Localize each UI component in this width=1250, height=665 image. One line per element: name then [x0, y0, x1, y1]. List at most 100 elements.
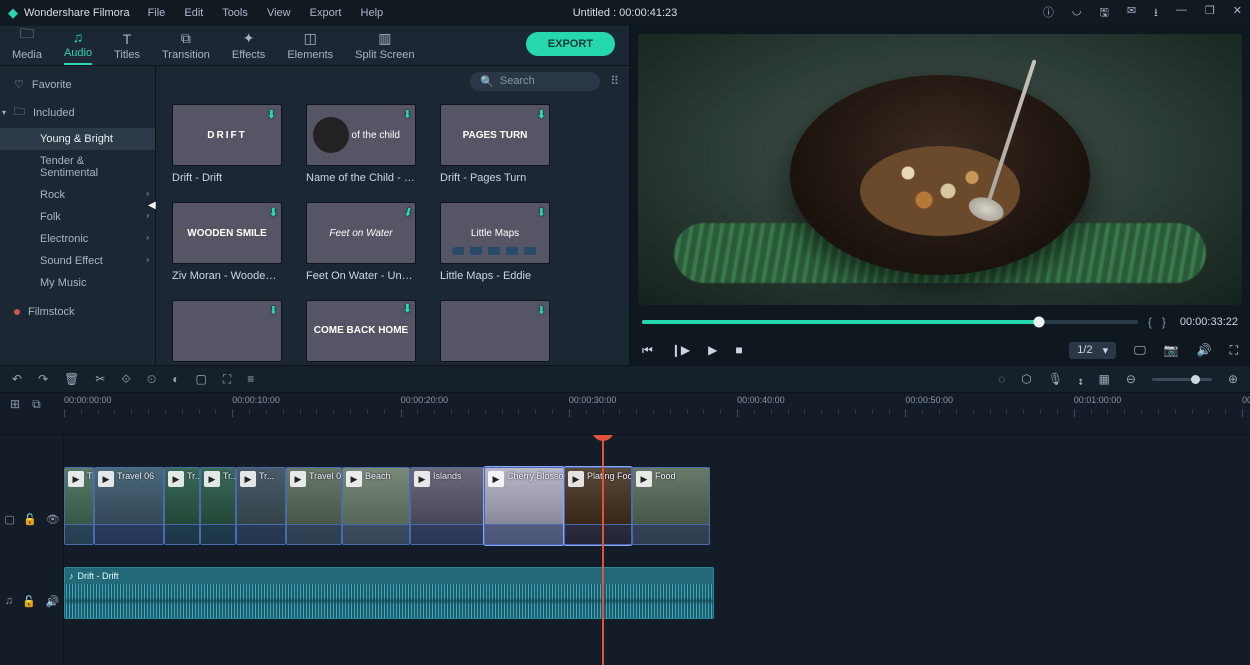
download-icon[interactable]: ⬇ — [537, 108, 546, 121]
mark-out-icon[interactable]: } — [1162, 315, 1166, 329]
video-clip[interactable]: ▶Tr... — [64, 467, 94, 545]
video-clip[interactable]: ▶Islands — [410, 467, 484, 545]
maximize-icon[interactable]: ❐ — [1205, 4, 1215, 23]
stop-icon[interactable]: ■ — [735, 343, 742, 357]
menu-tools[interactable]: Tools — [222, 7, 248, 19]
prev-frame-icon[interactable]: ⏮ — [642, 343, 653, 358]
download-icon[interactable]: ⬇ — [269, 304, 278, 317]
quality-select[interactable]: 1/2▾ — [1069, 342, 1116, 359]
mail-icon[interactable]: ✉ — [1127, 4, 1136, 23]
audio-thumb[interactable]: Name of the child⬇Name of the Child - Mo… — [306, 104, 416, 184]
playhead[interactable]: ✂ — [602, 435, 604, 665]
video-clip[interactable]: ▶Food — [632, 467, 710, 545]
step-back-icon[interactable]: ❙▶ — [671, 343, 690, 357]
sidebar-filmstock[interactable]: Filmstock — [0, 300, 155, 324]
tab-transition[interactable]: ⧉Transition — [162, 27, 210, 65]
sidebar-item-my-music[interactable]: My Music — [0, 272, 155, 294]
mark-in-icon[interactable]: { — [1148, 315, 1152, 329]
sidebar-item-electronic[interactable]: Electronic› — [0, 228, 155, 250]
menu-edit[interactable]: Edit — [184, 7, 203, 19]
color-icon[interactable]: ◐ — [172, 372, 179, 386]
sidebar-item-folk[interactable]: Folk› — [0, 206, 155, 228]
visibility-icon[interactable]: 👁 — [46, 513, 60, 526]
video-clip[interactable]: ▶Beach — [342, 467, 410, 545]
audio-thumb[interactable]: COME BACK HOME⬇ — [306, 300, 416, 365]
download-icon[interactable]: ⬇ — [267, 108, 278, 121]
menu-export[interactable]: Export — [310, 7, 342, 19]
mute-icon[interactable]: 🔊 — [46, 595, 60, 608]
download-icon[interactable]: ⬇ — [403, 206, 412, 219]
menu-help[interactable]: Help — [361, 7, 384, 19]
tab-elements[interactable]: ◫Elements — [287, 27, 333, 65]
delete-icon[interactable]: 🗑 — [64, 372, 79, 386]
close-icon[interactable]: ✕ — [1233, 4, 1242, 23]
video-clip[interactable]: ▶Tr... — [236, 467, 286, 545]
volume-icon[interactable]: 🔊 — [1197, 343, 1212, 357]
sidebar-included[interactable]: 🗀Included — [0, 97, 155, 128]
tab-titles[interactable]: TTitles — [114, 27, 140, 65]
download-icon[interactable]: ⬇ — [269, 206, 278, 219]
audio-clip[interactable]: ♪Drift - Drift — [64, 567, 714, 619]
greenscreen-icon[interactable]: ▢ — [196, 372, 207, 386]
search-input[interactable]: 🔍Search — [470, 72, 600, 91]
expand-icon[interactable]: ⛶ — [223, 372, 231, 387]
zoom-slider[interactable] — [1152, 378, 1212, 381]
lock-icon[interactable]: 🔓 — [23, 513, 37, 526]
render-icon[interactable]: ◌ — [998, 372, 1005, 386]
account-icon[interactable]: ◡ — [1072, 4, 1082, 23]
display-icon[interactable]: 🖵 — [1134, 343, 1146, 358]
track-toggle-icon[interactable]: ▢ — [4, 513, 14, 526]
video-clip[interactable]: ▶Tr... — [200, 467, 236, 545]
settings-icon[interactable]: ≡ — [247, 372, 254, 386]
download-icon[interactable]: ⭳ — [1154, 4, 1158, 23]
audio-thumb[interactable]: ⬇ — [440, 300, 550, 365]
sidebar-item-sound-effect[interactable]: Sound Effect› — [0, 250, 155, 272]
mixer-icon[interactable]: 𝇢 — [1079, 368, 1083, 390]
crop-icon[interactable]: ⟐ — [121, 372, 130, 387]
sidebar-collapse-icon[interactable]: ◀ — [148, 200, 156, 211]
redo-icon[interactable]: ↷ — [38, 372, 48, 386]
lock-icon[interactable]: 🔓 — [22, 595, 36, 608]
track-add-icon[interactable]: ⊞ — [10, 397, 20, 412]
video-viewer[interactable] — [638, 34, 1242, 305]
play-icon[interactable]: ▶ — [708, 343, 717, 357]
fullscreen-icon[interactable]: ⛶ — [1230, 343, 1238, 358]
speed-icon[interactable]: ⏲ — [147, 372, 156, 387]
audio-lane[interactable]: ♪Drift - Drift — [64, 567, 1242, 619]
video-clip[interactable]: ▶Travel 06 — [94, 467, 164, 545]
sidebar-item-young-bright[interactable]: Young & Bright — [0, 128, 155, 150]
audio-thumb[interactable]: ⬇ — [172, 300, 282, 365]
tab-effects[interactable]: ✦Effects — [232, 27, 265, 65]
video-lane[interactable]: ▶Tr...▶Travel 06▶Tr...▶Tr...▶Tr...▶Trave… — [64, 467, 1242, 545]
zoom-out-icon[interactable]: ⊖ — [1126, 372, 1136, 386]
menu-view[interactable]: View — [267, 7, 291, 19]
undo-icon[interactable]: ↶ — [12, 372, 22, 386]
video-clip[interactable]: ▶Tr... — [164, 467, 200, 545]
cut-icon[interactable]: ✂ — [95, 372, 105, 386]
video-clip[interactable]: ▶Cherry Blossom — [484, 467, 564, 545]
razor-icon[interactable]: ✂ — [592, 435, 614, 441]
video-clip[interactable]: ▶Plating Food — [564, 467, 632, 545]
tab-split[interactable]: ▥Split Screen — [355, 27, 414, 65]
audio-thumb[interactable]: WOODEN SMILE⬇Ziv Moran - Wooden Smi... — [172, 202, 282, 282]
export-button[interactable]: EXPORT — [526, 32, 615, 56]
download-icon[interactable]: ⬇ — [403, 108, 412, 121]
save-icon[interactable]: 🖫 — [1099, 4, 1108, 23]
zoom-in-icon[interactable]: ⊕ — [1228, 372, 1238, 386]
sidebar-item-tender[interactable]: Tender & Sentimental — [0, 150, 155, 184]
info-icon[interactable]: ⓘ — [1043, 4, 1054, 23]
audio-thumb[interactable]: Feet on Water⬇Feet On Water - Unexpec... — [306, 202, 416, 282]
voiceover-icon[interactable]: 🎙 — [1048, 372, 1063, 386]
download-icon[interactable]: ⬇ — [537, 206, 546, 219]
grid-view-icon[interactable]: ⠿ — [610, 74, 619, 88]
progress-track[interactable] — [642, 320, 1138, 324]
tab-audio[interactable]: ♫Audio — [64, 27, 92, 65]
download-icon[interactable]: ⬇ — [537, 304, 546, 317]
tab-media[interactable]: 🗀Media — [12, 27, 42, 65]
download-icon[interactable]: ⬇ — [403, 304, 412, 315]
menu-file[interactable]: File — [148, 7, 166, 19]
progress-knob[interactable] — [1033, 317, 1044, 328]
video-clip[interactable]: ▶Travel 06 — [286, 467, 342, 545]
minimize-icon[interactable]: — — [1176, 4, 1187, 23]
link-icon[interactable]: ⧉ — [32, 397, 41, 412]
